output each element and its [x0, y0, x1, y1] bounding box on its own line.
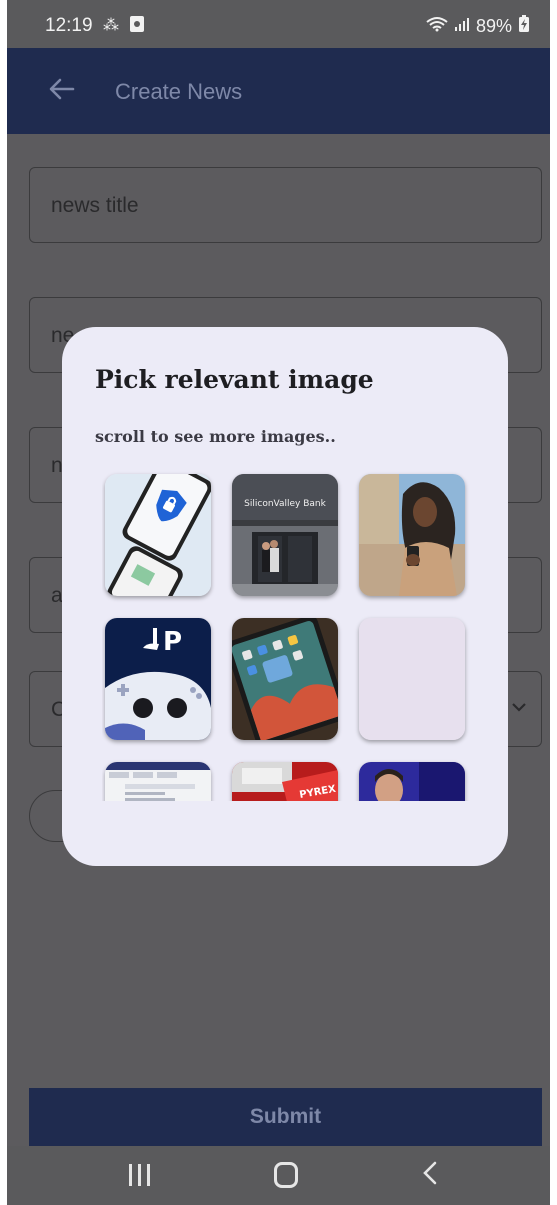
navigation-bar — [7, 1146, 550, 1205]
security-phone-image — [105, 474, 211, 596]
screen: 12:19 ⁂ 89% Create News news title ne n … — [7, 0, 550, 1205]
pyrex-image: PYREX — [232, 762, 338, 801]
image-option[interactable]: SiliconValley Bank — [232, 474, 338, 596]
news-field-4-value: a — [51, 584, 63, 607]
ps-logo-text: P — [163, 627, 182, 657]
home-icon[interactable] — [274, 1162, 298, 1188]
image-option[interactable] — [105, 762, 211, 801]
news-title-field[interactable]: news title — [29, 167, 542, 243]
dialog-subtitle: scroll to see more images.. — [95, 427, 336, 446]
news-title-value: news title — [51, 194, 139, 217]
image-option[interactable] — [359, 474, 465, 596]
tablet-apps-image — [232, 618, 338, 740]
signal-icon — [454, 16, 470, 37]
image-option[interactable] — [232, 618, 338, 740]
image-option[interactable]: PYREX — [232, 762, 338, 801]
news-field-3-value: n — [51, 454, 63, 477]
network-share-icon: ⁂ — [103, 17, 119, 34]
chevron-down-icon — [511, 696, 527, 719]
image-option[interactable] — [359, 762, 465, 801]
image-option[interactable]: P — [105, 618, 211, 740]
image-option[interactable] — [359, 618, 465, 740]
politician-image — [359, 762, 465, 801]
nav-back-icon[interactable] — [420, 1158, 440, 1188]
silicon-valley-bank-image: SiliconValley Bank — [232, 474, 338, 596]
battery-text: 89% — [475, 16, 512, 36]
image-option[interactable] — [105, 474, 211, 596]
woman-phone-image — [359, 474, 465, 596]
status-bar: 12:19 ⁂ 89% — [7, 0, 550, 48]
recents-icon[interactable] — [129, 1164, 153, 1188]
battery-charging-icon — [518, 15, 530, 38]
image-picker-dialog: Pick relevant image scroll to see more i… — [62, 327, 508, 866]
back-arrow-icon[interactable] — [47, 74, 77, 104]
playstation-controller-image: P — [105, 618, 211, 740]
status-right: 89% — [426, 15, 530, 38]
app-bar: Create News — [7, 48, 550, 134]
placeholder-image — [359, 618, 465, 740]
dialog-title: Pick relevant image — [95, 365, 374, 394]
page-title: Create News — [115, 79, 243, 104]
notification-icon — [129, 15, 145, 38]
bank-sign-text: SiliconValley Bank — [244, 499, 326, 509]
browser-screenshot-image — [105, 762, 211, 801]
status-time: 12:19 — [45, 15, 93, 36]
image-grid[interactable]: SiliconValley Bank P PYREX — [102, 471, 472, 801]
submit-button[interactable]: Submit — [29, 1088, 542, 1146]
wifi-icon — [426, 16, 448, 37]
